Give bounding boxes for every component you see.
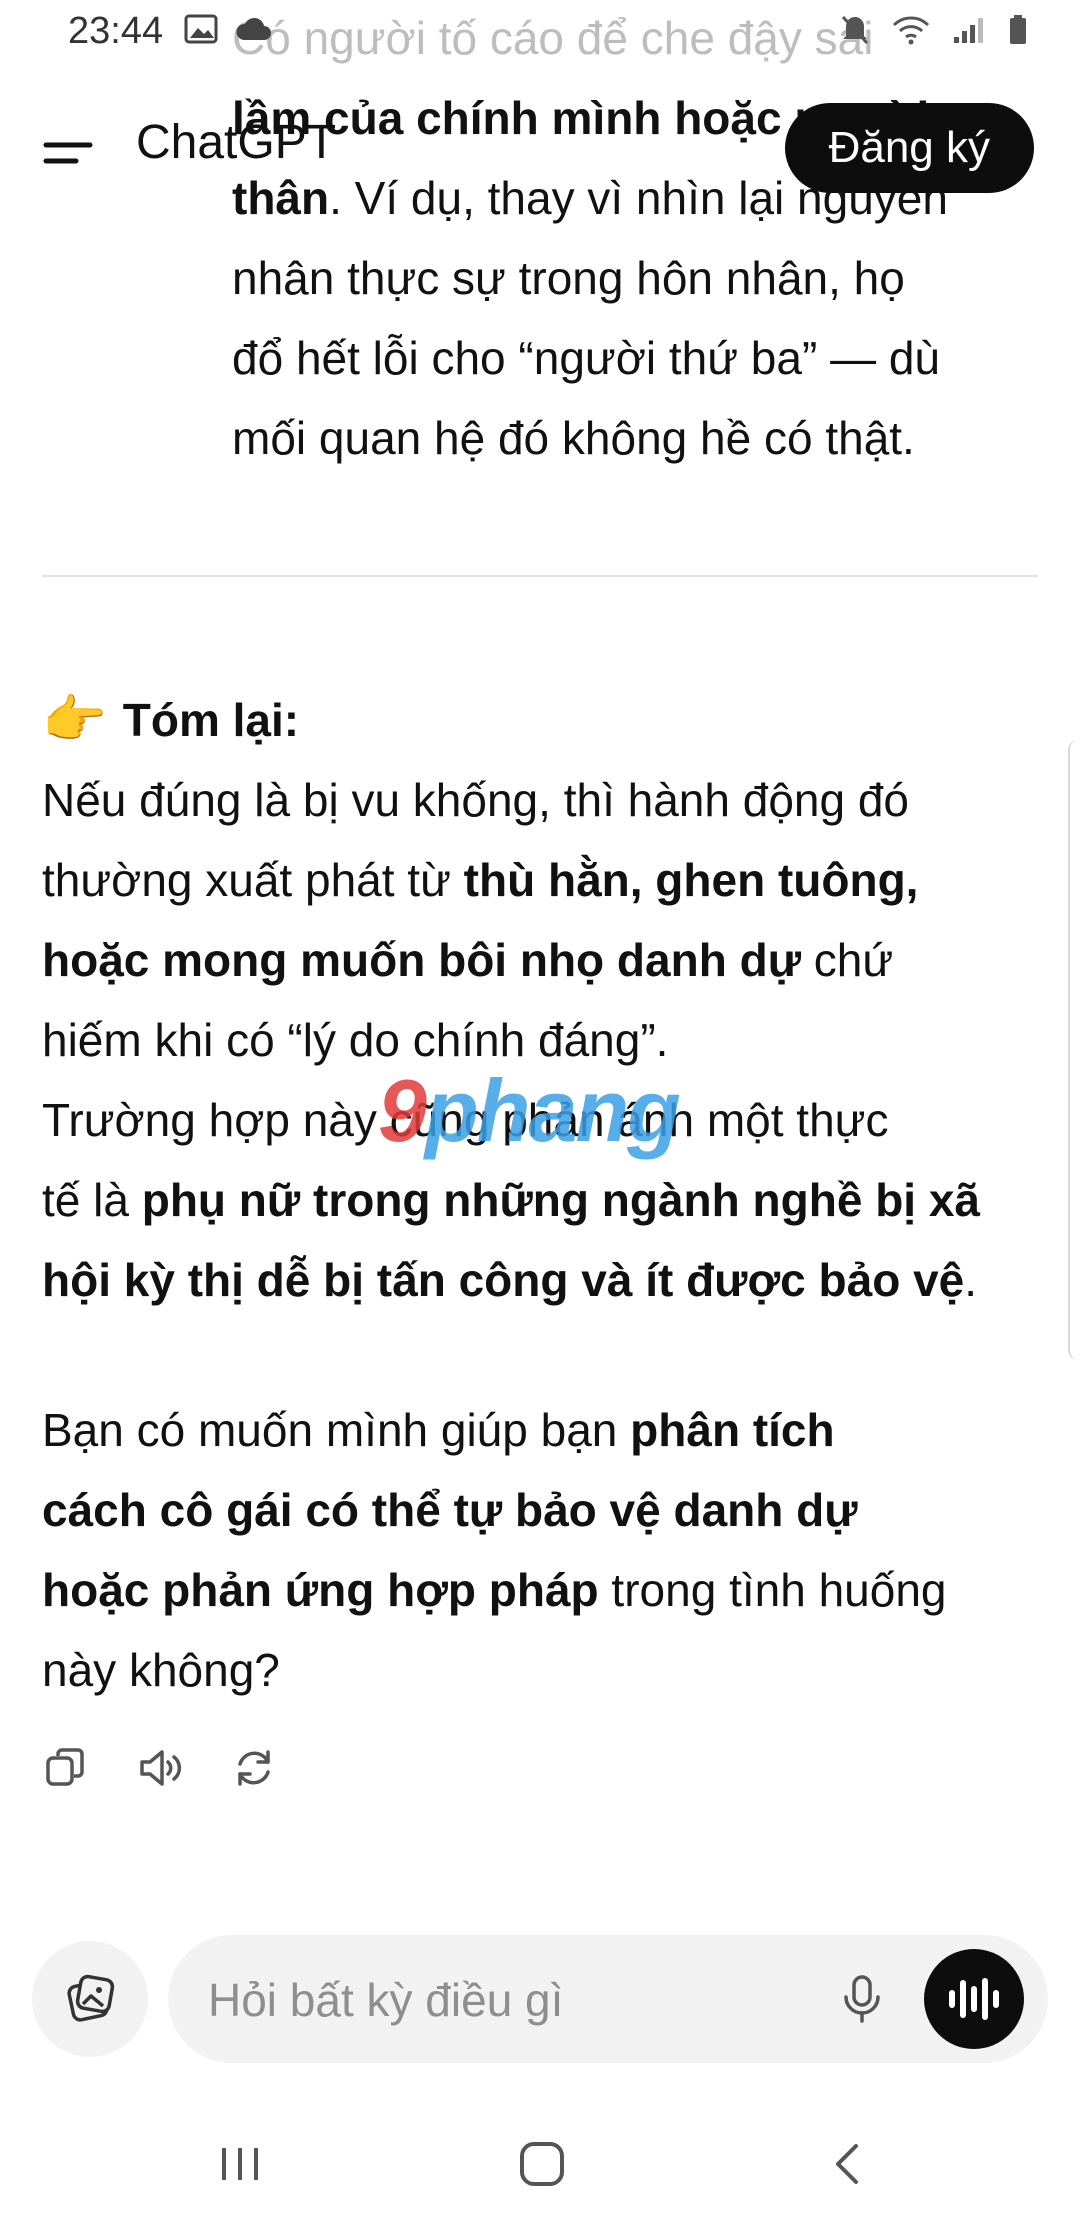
app-title: ChatGPT (136, 116, 337, 169)
system-nav-bar (0, 2110, 1080, 2220)
message-divider (42, 575, 1038, 577)
pointing-hand-icon: 👉 (42, 691, 107, 749)
message-line: nhân thực sự trong hôn nhân, họ (232, 252, 905, 304)
input-placeholder: Hỏi bất kỳ điều gì (208, 1974, 564, 2026)
summary-title: Tóm lại: (122, 694, 300, 746)
app-header: ChatGPT Đăng ký (0, 95, 1080, 215)
cloud-icon (236, 17, 271, 40)
message-line: đổ hết lỗi cho “người thứ ba” — dù (232, 332, 941, 384)
question-line: Bạn có muốn mình giúp bạn phân tích (42, 1404, 835, 1456)
chat-screen: 23:44 Có người tố cáo để che đậy sai lầm… (0, 0, 1080, 2220)
signup-button[interactable]: Đăng ký (784, 103, 1034, 193)
summary-line: Nếu đúng là bị vu khống, thì hành động đ… (42, 774, 910, 826)
summary-line: tế là phụ nữ trong những ngành nghề bị x… (42, 1174, 981, 1226)
wifi-icon (892, 16, 930, 45)
voice-waveform-icon (949, 1978, 999, 2020)
attach-image-icon (67, 1974, 115, 2022)
summary-heading: 👉 Tóm lại: (42, 680, 1042, 760)
status-left-icons (184, 14, 272, 44)
composer: Hỏi bất kỳ điều gì (32, 1935, 1048, 2065)
battery-icon (1010, 15, 1026, 44)
summary-section: 👉 Tóm lại: Nếu đúng là bị vu khống, thì … (42, 680, 1042, 1320)
message-actions (42, 1744, 278, 1792)
message-input[interactable]: Hỏi bất kỳ điều gì (168, 1935, 1048, 2063)
menu-icon[interactable] (40, 125, 96, 181)
recent-apps-icon[interactable] (218, 2142, 262, 2186)
summary-line: thường xuất phát từ thù hằn, ghen tuông, (42, 854, 919, 906)
status-right-icons (840, 14, 1028, 46)
scrollbar[interactable] (1068, 740, 1080, 1360)
attach-button[interactable] (32, 1941, 148, 2057)
voice-mode-button[interactable] (924, 1949, 1024, 2049)
question-line: hoặc phản ứng hợp pháp trong tình huống (42, 1564, 947, 1616)
follow-up-question: Bạn có muốn mình giúp bạn phân tích cách… (42, 1390, 1042, 1710)
regenerate-icon[interactable] (230, 1744, 278, 1792)
gallery-icon (184, 14, 218, 44)
status-time: 23:44 (68, 10, 164, 52)
mute-icon (841, 15, 869, 45)
signal-icon (954, 18, 983, 43)
message-list-item: Có người tố cáo để che đậy sai lầm của c… (232, 0, 1032, 478)
microphone-icon[interactable] (834, 1971, 890, 2027)
question-line: này không? (42, 1644, 280, 1696)
status-bar: 23:44 (0, 0, 1080, 64)
read-aloud-icon[interactable] (136, 1744, 184, 1792)
copy-icon[interactable] (42, 1744, 90, 1792)
summary-line: hội kỳ thị dễ bị tấn công và ít được bảo… (42, 1254, 978, 1306)
question-line: cách cô gái có thể tự bảo vệ danh dự (42, 1484, 858, 1536)
home-icon[interactable] (518, 2140, 566, 2188)
watermark-logo: 9phang (378, 1061, 681, 1160)
message-line: mối quan hệ đó không hề có thật. (232, 412, 915, 464)
summary-line: hoặc mong muốn bôi nhọ danh dự chứ (42, 934, 894, 986)
back-icon[interactable] (826, 2140, 870, 2188)
